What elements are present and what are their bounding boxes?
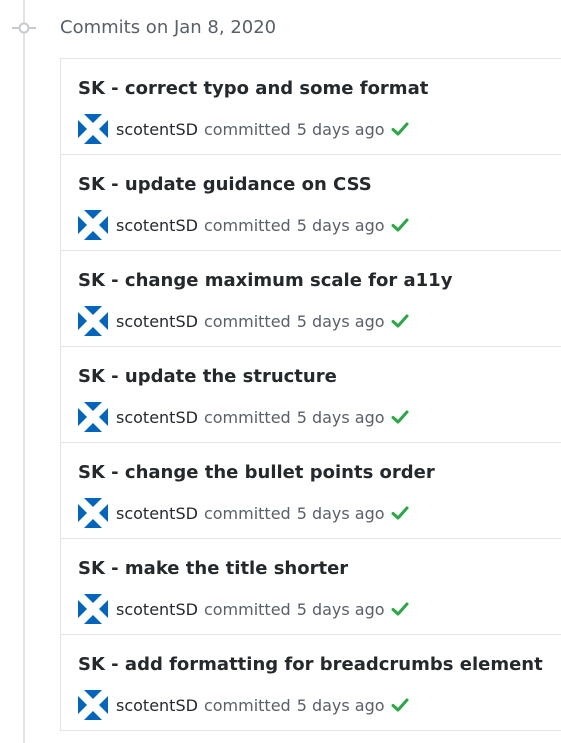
committed-label: committed bbox=[203, 695, 291, 715]
commit-time: 5 days ago bbox=[296, 407, 385, 427]
committed-label: committed bbox=[203, 215, 291, 235]
saltire-avatar-icon[interactable] bbox=[78, 498, 108, 528]
committed-label: committed bbox=[203, 407, 291, 427]
commit-history-page: Commits on Jan 8, 2020 SK - correct typo… bbox=[0, 0, 561, 743]
check-icon[interactable] bbox=[391, 121, 409, 137]
commit-list-item: SK - add formatting for breadcrumbs elem… bbox=[61, 635, 561, 731]
committed-label: committed bbox=[203, 119, 291, 139]
commit-message-link[interactable]: SK - change the bullet points order bbox=[78, 462, 435, 483]
commit-message-link[interactable]: SK - make the title shorter bbox=[78, 558, 348, 579]
check-icon[interactable] bbox=[391, 697, 409, 713]
commit-list: SK - correct typo and some format scoten… bbox=[60, 58, 561, 731]
commit-meta: scotentSD committed 5 days ago bbox=[78, 594, 409, 624]
commit-list-item: SK - make the title shorter scotentSD co… bbox=[61, 539, 561, 635]
commit-list-item: SK - change the bullet points order scot… bbox=[61, 443, 561, 539]
commit-author-link[interactable]: scotentSD bbox=[116, 312, 198, 331]
commit-meta: scotentSD committed 5 days ago bbox=[78, 210, 409, 240]
commit-author-link[interactable]: scotentSD bbox=[116, 216, 198, 235]
commit-message-link[interactable]: SK - update the structure bbox=[78, 366, 337, 387]
timeline-line bbox=[23, 0, 25, 743]
commit-author-link[interactable]: scotentSD bbox=[116, 600, 198, 619]
check-icon[interactable] bbox=[391, 217, 409, 233]
saltire-avatar-icon[interactable] bbox=[78, 114, 108, 144]
saltire-avatar-icon[interactable] bbox=[78, 210, 108, 240]
commit-author-link[interactable]: scotentSD bbox=[116, 504, 198, 523]
saltire-avatar-icon[interactable] bbox=[78, 594, 108, 624]
committed-label: committed bbox=[203, 599, 291, 619]
git-commit-icon bbox=[12, 22, 36, 34]
commit-time: 5 days ago bbox=[296, 695, 385, 715]
commit-time: 5 days ago bbox=[296, 311, 385, 331]
check-icon[interactable] bbox=[391, 601, 409, 617]
commit-time: 5 days ago bbox=[296, 215, 385, 235]
committed-label: committed bbox=[203, 311, 291, 331]
commit-list-item: SK - update the structure scotentSD comm… bbox=[61, 347, 561, 443]
commit-message-link[interactable]: SK - update guidance on CSS bbox=[78, 174, 372, 195]
commit-meta: scotentSD committed 5 days ago bbox=[78, 690, 409, 720]
commit-meta: scotentSD committed 5 days ago bbox=[78, 306, 409, 336]
commit-author-link[interactable]: scotentSD bbox=[116, 696, 198, 715]
commit-time: 5 days ago bbox=[296, 503, 385, 523]
commit-author-link[interactable]: scotentSD bbox=[116, 120, 198, 139]
committed-label: committed bbox=[203, 503, 291, 523]
commit-meta: scotentSD committed 5 days ago bbox=[78, 114, 409, 144]
check-icon[interactable] bbox=[391, 505, 409, 521]
saltire-avatar-icon[interactable] bbox=[78, 402, 108, 432]
commit-list-item: SK - update guidance on CSS scotentSD co… bbox=[61, 155, 561, 251]
commit-author-link[interactable]: scotentSD bbox=[116, 408, 198, 427]
commit-list-item: SK - correct typo and some format scoten… bbox=[61, 59, 561, 155]
saltire-avatar-icon[interactable] bbox=[78, 690, 108, 720]
commit-group-title: Commits on Jan 8, 2020 bbox=[60, 17, 277, 38]
commit-message-link[interactable]: SK - change maximum scale for a11y bbox=[78, 270, 452, 291]
saltire-avatar-icon[interactable] bbox=[78, 306, 108, 336]
commit-list-item: SK - change maximum scale for a11y scote… bbox=[61, 251, 561, 347]
commit-meta: scotentSD committed 5 days ago bbox=[78, 402, 409, 432]
commit-time: 5 days ago bbox=[296, 119, 385, 139]
commit-group-header: Commits on Jan 8, 2020 bbox=[0, 8, 561, 48]
commit-message-link[interactable]: SK - add formatting for breadcrumbs elem… bbox=[78, 654, 543, 675]
commit-meta: scotentSD committed 5 days ago bbox=[78, 498, 409, 528]
check-icon[interactable] bbox=[391, 313, 409, 329]
commit-time: 5 days ago bbox=[296, 599, 385, 619]
check-icon[interactable] bbox=[391, 409, 409, 425]
commit-message-link[interactable]: SK - correct typo and some format bbox=[78, 78, 428, 99]
